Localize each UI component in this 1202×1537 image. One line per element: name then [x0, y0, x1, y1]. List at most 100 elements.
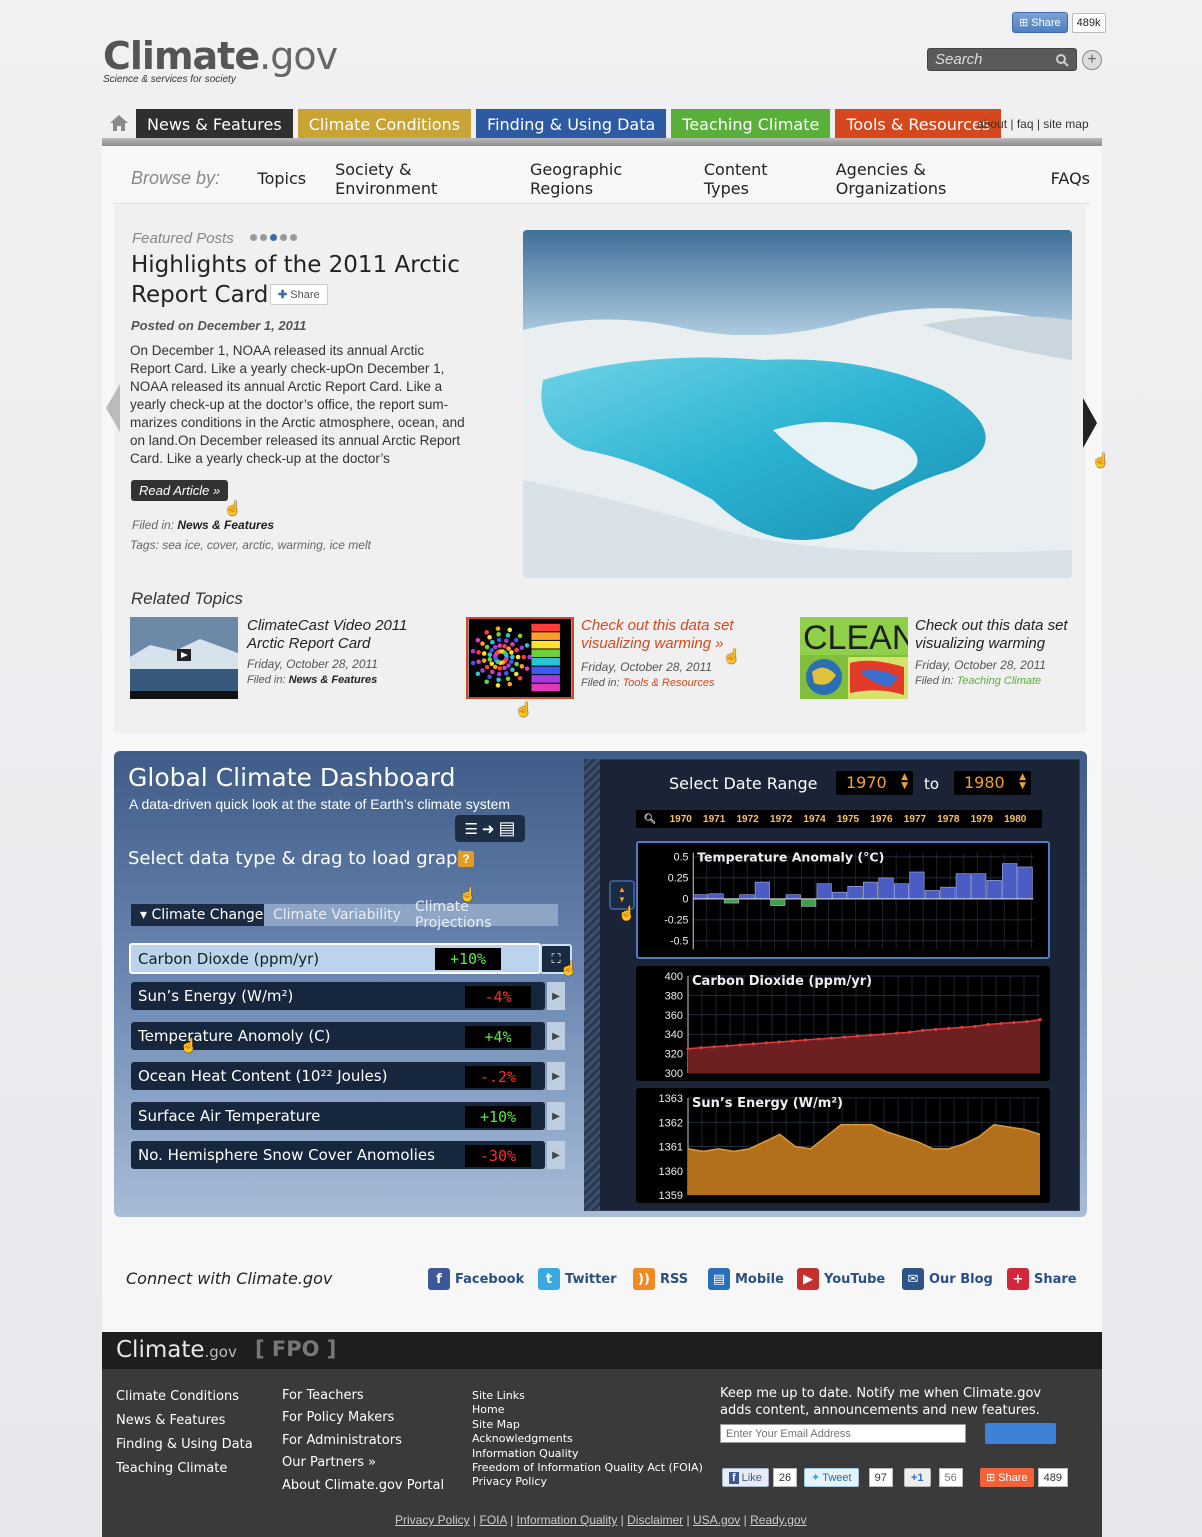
social-link-facebook[interactable]: f Facebook	[428, 1268, 524, 1290]
footer-link[interactable]: About Climate.gov Portal	[282, 1475, 444, 1497]
search-input[interactable]	[935, 51, 1045, 68]
footer-bottom-link[interactable]: USA.gov	[693, 1513, 740, 1527]
zoom-icon[interactable]: 🔍︎	[636, 814, 664, 825]
nav-tab-climate-conditions[interactable]: Climate Conditions	[297, 109, 472, 139]
footer-link[interactable]: Information Quality	[472, 1447, 703, 1461]
timeline-year[interactable]: 1979	[971, 814, 993, 825]
carousel-dot-active[interactable]	[270, 234, 277, 241]
plusone-icon[interactable]: +1	[904, 1468, 931, 1487]
tab-climate-change[interactable]: ▾ Climate Change	[131, 904, 273, 926]
footer-link[interactable]: For Administrators	[282, 1430, 444, 1452]
add-plus-icon[interactable]: +	[1082, 50, 1102, 70]
help-icon[interactable]: ?	[458, 851, 474, 867]
to-year-select[interactable]: 1980 ▲ ▼	[954, 771, 1031, 795]
top-share-button[interactable]: ⊞ Share	[1012, 12, 1068, 33]
data-row-carbon-dioxide[interactable]: Carbon Dioxde (ppm/yr) +10%	[129, 943, 541, 974]
related-clean-thumbnail[interactable]: CLEAN	[800, 617, 908, 699]
play-arrow-icon[interactable]: ▶	[547, 1022, 565, 1050]
social-link-youtube[interactable]: ▶ YouTube	[797, 1268, 885, 1290]
carousel-next-arrow-icon[interactable]	[1083, 398, 1097, 448]
footer-link[interactable]: For Teachers	[282, 1385, 444, 1407]
email-field[interactable]	[720, 1424, 966, 1443]
carbon-dioxide-chart[interactable]: 400 380 360 340 320 300 Carbon Dioxide (ppm/yr…	[636, 966, 1050, 1081]
browse-geographic-regions[interactable]: Geographic Regions	[530, 160, 675, 198]
footer-bottom-link[interactable]: Disclaimer	[627, 1513, 683, 1527]
footer-link[interactable]: Finding & Using Data	[116, 1433, 253, 1457]
timeline-year[interactable]: 1970	[670, 814, 692, 825]
timeline-slider[interactable]: 🔍︎ 1970 1971 1972 1972 1974 1975 1976 1977 1978 1…	[636, 810, 1042, 828]
timeline-year[interactable]: 1972	[770, 814, 792, 825]
timeline-year[interactable]: 1974	[803, 814, 825, 825]
timeline-year[interactable]: 1975	[837, 814, 859, 825]
temperature-anomaly-chart[interactable]: 0.5 0.25 0 -0.25 -0.5 Temperature Anomaly (°C…	[636, 841, 1050, 959]
footer-link[interactable]: Climate Conditions	[116, 1385, 253, 1409]
subscribe-button[interactable]	[985, 1423, 1056, 1444]
footer-link[interactable]: Privacy Policy	[472, 1475, 703, 1489]
browse-society-environment[interactable]: Society & Environment	[335, 160, 501, 198]
footer-logo[interactable]: Climate.gov	[116, 1337, 237, 1363]
social-link-twitter[interactable]: t Twitter	[538, 1268, 617, 1290]
footer-link[interactable]: Freedom of Information Quality Act (FOIA…	[472, 1461, 703, 1475]
carousel-prev-arrow-icon[interactable]	[106, 384, 120, 432]
related-title[interactable]: ClimateCast Video 2011 Arctic Report Car…	[247, 617, 417, 653]
data-row-surface-air-temp[interactable]: Surface Air Temperature +10%	[131, 1102, 545, 1130]
footer-link[interactable]: Our Partners »	[282, 1452, 444, 1474]
social-link-rss[interactable]: )) RSS	[633, 1268, 688, 1290]
carousel-dot[interactable]	[290, 234, 297, 241]
data-row-snow-cover[interactable]: No. Hemisphere Snow Cover Anomolies -30%	[131, 1141, 545, 1169]
related-title[interactable]: Check out this data set visualizing warm…	[915, 617, 1090, 653]
play-arrow-icon[interactable]: ▶	[547, 1102, 565, 1130]
nav-tab-news-features[interactable]: News & Features	[136, 109, 293, 139]
nav-tab-finding-using-data[interactable]: Finding & Using Data	[476, 109, 667, 139]
footer-link[interactable]: Teaching Climate	[116, 1457, 253, 1481]
social-link-mobile[interactable]: ▤ Mobile	[708, 1268, 784, 1290]
footer-bottom-link[interactable]: FOIA	[479, 1513, 506, 1527]
data-row-ocean-heat[interactable]: Ocean Heat Content (10²² Joules) -.2%	[131, 1062, 545, 1090]
social-link-our-blog[interactable]: ✉ Our Blog	[902, 1268, 993, 1290]
tab-climate-variability[interactable]: Climate Variability	[264, 904, 410, 926]
timeline-year[interactable]: 1977	[904, 814, 926, 825]
featured-photo[interactable]	[523, 230, 1072, 578]
featured-share-button[interactable]: ✚ Share	[270, 284, 328, 305]
nav-tab-teaching-climate[interactable]: Teaching Climate	[671, 109, 831, 139]
carousel-dot[interactable]	[250, 234, 257, 241]
footer-link[interactable]: Site Map	[472, 1418, 703, 1432]
timeline-year[interactable]: 1976	[870, 814, 892, 825]
browse-topics[interactable]: Topics	[258, 169, 307, 188]
play-arrow-icon[interactable]: ▶	[547, 1141, 565, 1169]
carousel-dot[interactable]	[260, 234, 267, 241]
browse-faqs[interactable]: FAQs	[1051, 169, 1090, 188]
tab-climate-projections[interactable]: Climate Projections	[406, 899, 558, 931]
timeline-year[interactable]: 1971	[703, 814, 725, 825]
footer-share[interactable]: ⊞ Share 489	[980, 1468, 1068, 1487]
home-icon[interactable]	[102, 109, 136, 137]
footer-tweet[interactable]: ✦ Tweet 97	[804, 1468, 893, 1487]
featured-filed-link[interactable]: News & Features	[177, 518, 274, 532]
footer-bottom-link[interactable]: Ready.gov	[750, 1513, 806, 1527]
related-dataset-thumbnail[interactable]	[466, 617, 574, 699]
footer-bottom-link[interactable]: Information Quality	[517, 1513, 618, 1527]
carousel-dot[interactable]	[280, 234, 287, 241]
utility-links[interactable]: about | faq | site map	[977, 117, 1089, 131]
data-row-suns-energy[interactable]: Sun’s Energy (W/m²) -4%	[131, 982, 545, 1010]
play-arrow-icon[interactable]: ▶	[547, 982, 565, 1010]
social-link-share[interactable]: + Share	[1007, 1268, 1077, 1290]
footer-like[interactable]: f Like 26	[722, 1468, 798, 1487]
timeline-year[interactable]: 1972	[737, 814, 759, 825]
timeline-year[interactable]: 1980	[1004, 814, 1026, 825]
footer-link[interactable]: Acknowledgments	[472, 1432, 703, 1446]
timeline-year[interactable]: 1978	[937, 814, 959, 825]
read-article-button[interactable]: Read Article »	[131, 480, 229, 501]
play-arrow-icon[interactable]: ▶	[547, 1062, 565, 1090]
footer-link[interactable]: For Policy Makers	[282, 1407, 444, 1429]
from-year-select[interactable]: 1970 ▲ ▼	[836, 771, 913, 795]
related-video-thumbnail[interactable]	[130, 617, 238, 699]
footer-link[interactable]: News & Features	[116, 1409, 253, 1433]
search-icon[interactable]	[1055, 53, 1069, 67]
browse-content-types[interactable]: Content Types	[704, 160, 807, 198]
footer-link[interactable]: Home	[472, 1403, 703, 1417]
browse-agencies-organizations[interactable]: Agencies & Organizations	[836, 160, 1022, 198]
footer-plusone[interactable]: +1 56	[904, 1468, 963, 1487]
site-logo[interactable]: Climate.gov Science & services for socie…	[103, 34, 338, 85]
suns-energy-chart[interactable]: 1363 1362 1361 1360 1359 Sun’s Energy (W/m²)	[636, 1088, 1050, 1203]
